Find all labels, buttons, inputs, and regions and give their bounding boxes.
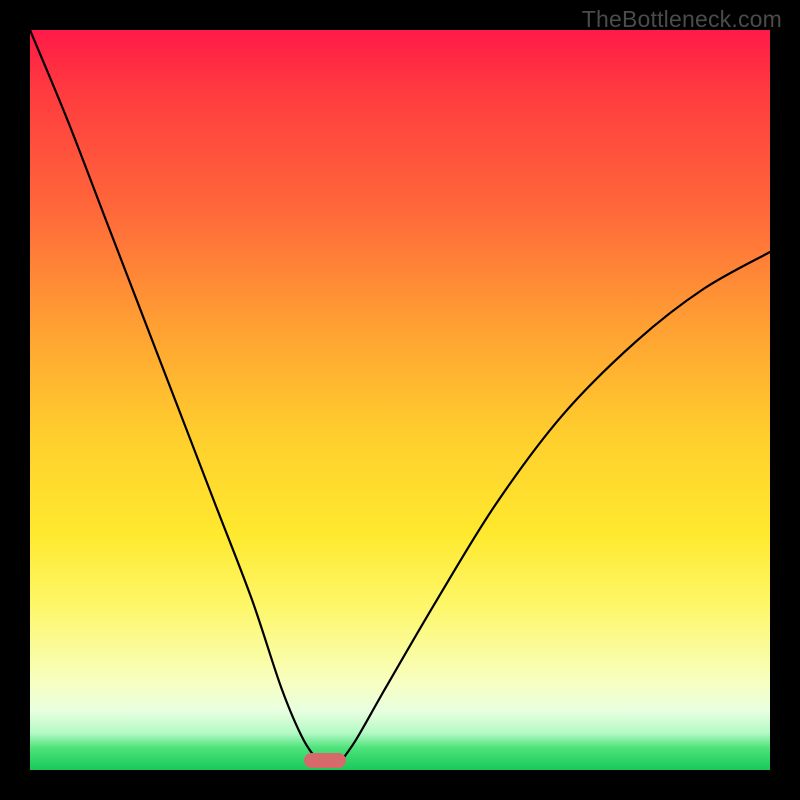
minimum-marker [304,753,346,768]
plot-area [30,30,770,770]
bottleneck-curve [30,30,770,770]
watermark-text: TheBottleneck.com [582,6,782,33]
outer-frame: TheBottleneck.com [0,0,800,800]
